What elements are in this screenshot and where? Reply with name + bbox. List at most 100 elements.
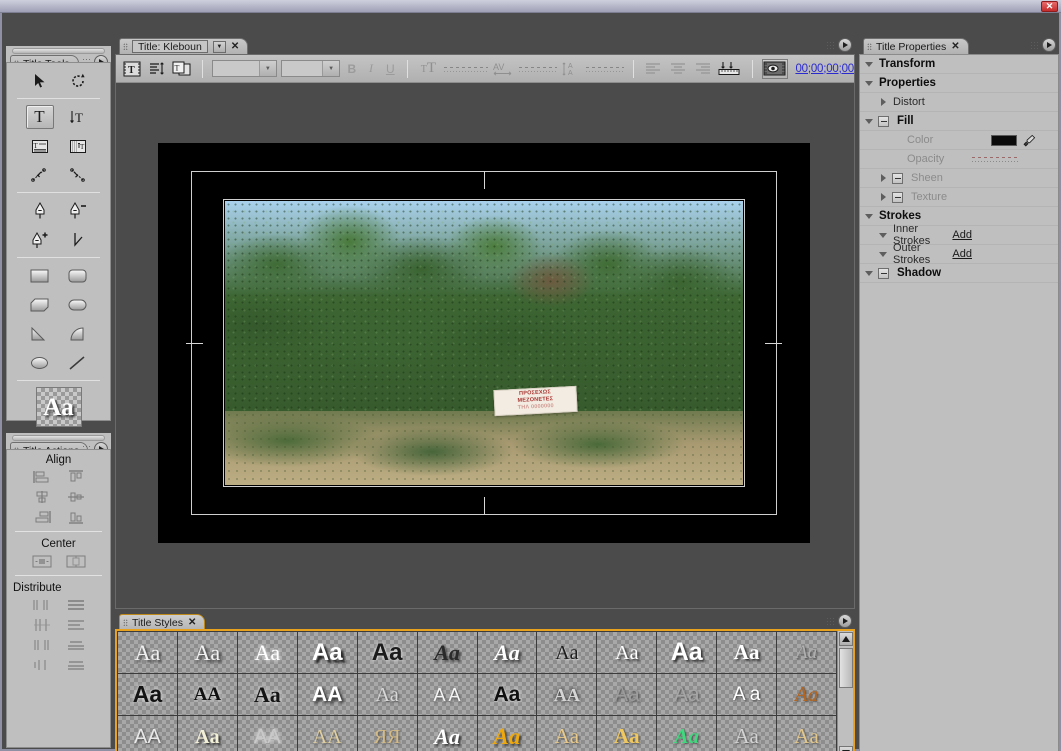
rounded-rectangle-tool[interactable] xyxy=(64,293,92,317)
bold-button[interactable]: B xyxy=(344,62,359,76)
add-anchor-point-tool[interactable] xyxy=(26,228,54,252)
twirl-right-icon[interactable] xyxy=(878,192,889,203)
selection-tool[interactable] xyxy=(26,69,54,93)
delete-anchor-point-tool[interactable] xyxy=(64,199,92,223)
kerning-field[interactable] xyxy=(518,62,557,75)
font-size-field[interactable] xyxy=(443,62,488,75)
show-background-video-button[interactable] xyxy=(761,58,789,79)
style-swatch[interactable]: Aa xyxy=(537,716,597,751)
vertical-type-tool[interactable]: T xyxy=(64,105,92,129)
style-swatch[interactable]: Aa xyxy=(477,632,537,673)
style-swatch[interactable]: Aa xyxy=(597,716,657,751)
path-type-tool[interactable] xyxy=(26,163,54,187)
style-swatch[interactable]: AA xyxy=(118,716,177,751)
arc-tool[interactable] xyxy=(64,322,92,346)
align-left-button[interactable] xyxy=(643,59,664,79)
rotation-tool[interactable] xyxy=(64,69,92,93)
property-row[interactable]: Opacity xyxy=(860,150,1058,169)
convert-anchor-point-tool[interactable] xyxy=(64,228,92,252)
vertical-area-type-tool[interactable]: T xyxy=(64,134,92,158)
pen-tool[interactable] xyxy=(26,199,54,223)
twirl-down-icon[interactable] xyxy=(878,230,889,241)
props-menu-button[interactable] xyxy=(1042,38,1056,52)
opacity-field[interactable] xyxy=(972,155,1018,164)
leading-field[interactable] xyxy=(585,62,625,75)
style-swatch[interactable]: AA xyxy=(297,716,357,751)
property-row[interactable]: Sheen xyxy=(860,169,1058,188)
scroll-up-button[interactable] xyxy=(838,632,853,646)
twirl-right-icon[interactable] xyxy=(878,173,889,184)
style-swatch[interactable]: Aa xyxy=(237,632,297,673)
style-swatch[interactable]: Aa xyxy=(118,632,177,673)
style-swatch[interactable]: AA xyxy=(237,716,297,751)
style-swatch[interactable]: Aa xyxy=(537,632,597,673)
property-row[interactable]: Distort xyxy=(860,93,1058,112)
style-swatch[interactable]: Aa xyxy=(177,716,237,751)
property-row[interactable]: Shadow xyxy=(860,264,1058,283)
styles-scrollbar[interactable] xyxy=(837,631,853,751)
align-vertical-top-button[interactable] xyxy=(66,469,86,485)
title-template-button[interactable]: T xyxy=(122,59,143,79)
add-stroke-link[interactable]: Add xyxy=(952,248,972,260)
align-horizontal-center-button[interactable] xyxy=(32,489,52,505)
style-swatch[interactable]: Aa xyxy=(477,716,537,751)
current-style-swatch[interactable]: Aa xyxy=(35,387,82,427)
type-tool[interactable]: T xyxy=(25,105,54,129)
area-type-tool[interactable]: T xyxy=(26,134,54,158)
twirl-down-icon[interactable] xyxy=(864,59,875,70)
scroll-thumb[interactable] xyxy=(839,648,853,688)
style-swatch[interactable]: Aa xyxy=(237,674,297,715)
align-center-button[interactable] xyxy=(668,59,689,79)
font-style-dropdown[interactable]: ▼ xyxy=(280,60,341,77)
eyedropper-icon[interactable] xyxy=(1022,133,1036,147)
style-swatch[interactable]: Aa xyxy=(717,716,777,751)
styles-menu-button[interactable] xyxy=(838,614,852,628)
style-swatch[interactable]: Aa xyxy=(118,674,177,715)
property-checkbox[interactable] xyxy=(878,267,889,279)
tab-title-styles[interactable]: Title Styles ✕ xyxy=(119,614,206,630)
style-swatch[interactable]: AA xyxy=(297,674,357,715)
style-swatch[interactable]: A a xyxy=(717,674,777,715)
timecode-field[interactable]: 00;00;00;00 xyxy=(795,63,854,75)
style-swatch[interactable]: Aa xyxy=(417,716,477,751)
distribute-vertical-top-button[interactable] xyxy=(66,597,86,613)
style-swatch[interactable]: Aa xyxy=(357,674,417,715)
close-icon[interactable]: ✕ xyxy=(1041,1,1058,12)
property-row[interactable]: Fill xyxy=(860,112,1058,131)
title-canvas[interactable]: ΠΡΟΣΕΧΩΣ ΜΕΖΟΝΕΤΕΣ ΤΗΛ 0000000 xyxy=(116,83,854,608)
style-swatch[interactable]: Aa xyxy=(477,674,537,715)
tab-dropdown-icon[interactable]: ▼ xyxy=(212,40,226,53)
roll-crawl-options-button[interactable] xyxy=(147,59,168,79)
line-tool[interactable] xyxy=(64,351,92,375)
distribute-horizontal-center-button[interactable] xyxy=(32,617,52,633)
style-swatch[interactable]: Aa xyxy=(777,716,836,751)
twirl-down-icon[interactable] xyxy=(864,211,875,222)
tab-close-icon[interactable]: ✕ xyxy=(188,617,196,628)
distribute-vertical-bottom-button[interactable] xyxy=(66,637,86,653)
center-vertically-button[interactable] xyxy=(66,553,86,569)
tab-title-kleboun[interactable]: Title: Kleboun ▼ ✕ xyxy=(119,38,249,54)
tab-close-icon[interactable]: ✕ xyxy=(951,41,959,52)
style-swatch[interactable]: AA xyxy=(537,674,597,715)
italic-button[interactable]: I xyxy=(363,61,378,76)
style-swatch[interactable]: AA xyxy=(177,674,237,715)
ellipse-tool[interactable] xyxy=(26,351,54,375)
style-swatch[interactable]: Aa xyxy=(657,632,717,673)
property-checkbox[interactable] xyxy=(892,191,903,203)
tab-title-properties[interactable]: Title Properties ✕ xyxy=(863,38,969,54)
align-right-button[interactable] xyxy=(693,59,714,79)
style-swatch[interactable]: Aa xyxy=(777,632,836,673)
distribute-horizontal-even-button[interactable] xyxy=(32,657,52,673)
style-swatch[interactable]: Aa xyxy=(357,632,417,673)
twirl-down-icon[interactable] xyxy=(864,78,875,89)
twirl-down-icon[interactable] xyxy=(864,116,875,127)
wedge-tool[interactable] xyxy=(26,322,54,346)
style-swatch[interactable]: Aa xyxy=(717,632,777,673)
property-row[interactable]: Inner Strokes Add xyxy=(860,223,1058,247)
vertical-path-type-tool[interactable] xyxy=(64,163,92,187)
property-row[interactable]: Texture xyxy=(860,188,1058,207)
style-swatch[interactable]: Aa xyxy=(297,632,357,673)
align-vertical-center-button[interactable] xyxy=(66,489,86,505)
align-horizontal-left-button[interactable] xyxy=(32,469,52,485)
property-row[interactable]: Color xyxy=(860,131,1058,150)
